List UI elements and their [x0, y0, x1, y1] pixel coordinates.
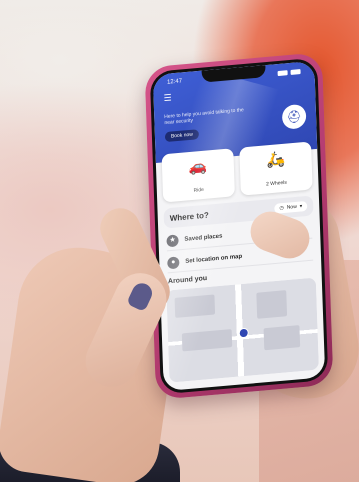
option-label: 2 Wheels — [266, 179, 287, 188]
now-label: Now — [286, 203, 297, 211]
map-building — [174, 294, 216, 318]
promo-text: Here to help you avoid talking to the ne… — [164, 107, 244, 127]
status-icons — [277, 68, 301, 76]
scooter-icon: 🛵 — [266, 150, 286, 170]
car-icon: 🚗 — [188, 157, 208, 177]
pin-icon: ● — [167, 256, 180, 270]
star-icon: ★ — [166, 234, 179, 248]
battery-icon — [290, 68, 301, 75]
map-building — [256, 290, 288, 319]
row-label: Set location on map — [185, 253, 243, 265]
around-you-title: Around you — [167, 274, 208, 286]
status-time: 12:47 — [166, 78, 183, 86]
seatbelt-icon: ⛑ — [281, 103, 307, 130]
photo-scene: 12:47 ☰ Here to help you avoid talking t… — [0, 0, 359, 482]
row-label: Saved places — [184, 233, 223, 243]
map-building — [181, 329, 233, 352]
book-now-button[interactable]: Book now — [164, 129, 199, 143]
painted-nail — [126, 280, 156, 313]
chevron-down-icon: ▾ — [299, 203, 303, 210]
option-2-wheels[interactable]: 🛵 2 Wheels — [239, 141, 313, 196]
map-preview[interactable] — [166, 277, 319, 383]
option-ride[interactable]: 🚗 Ride — [161, 148, 235, 203]
clock-icon: ◷ — [279, 205, 284, 212]
option-label: Ride — [193, 186, 205, 194]
signal-icon — [277, 69, 288, 76]
hamburger-icon[interactable]: ☰ — [163, 92, 171, 103]
now-button[interactable]: ◷ Now ▾ — [274, 200, 308, 214]
location-pin-icon — [238, 327, 249, 339]
map-building — [263, 325, 301, 351]
